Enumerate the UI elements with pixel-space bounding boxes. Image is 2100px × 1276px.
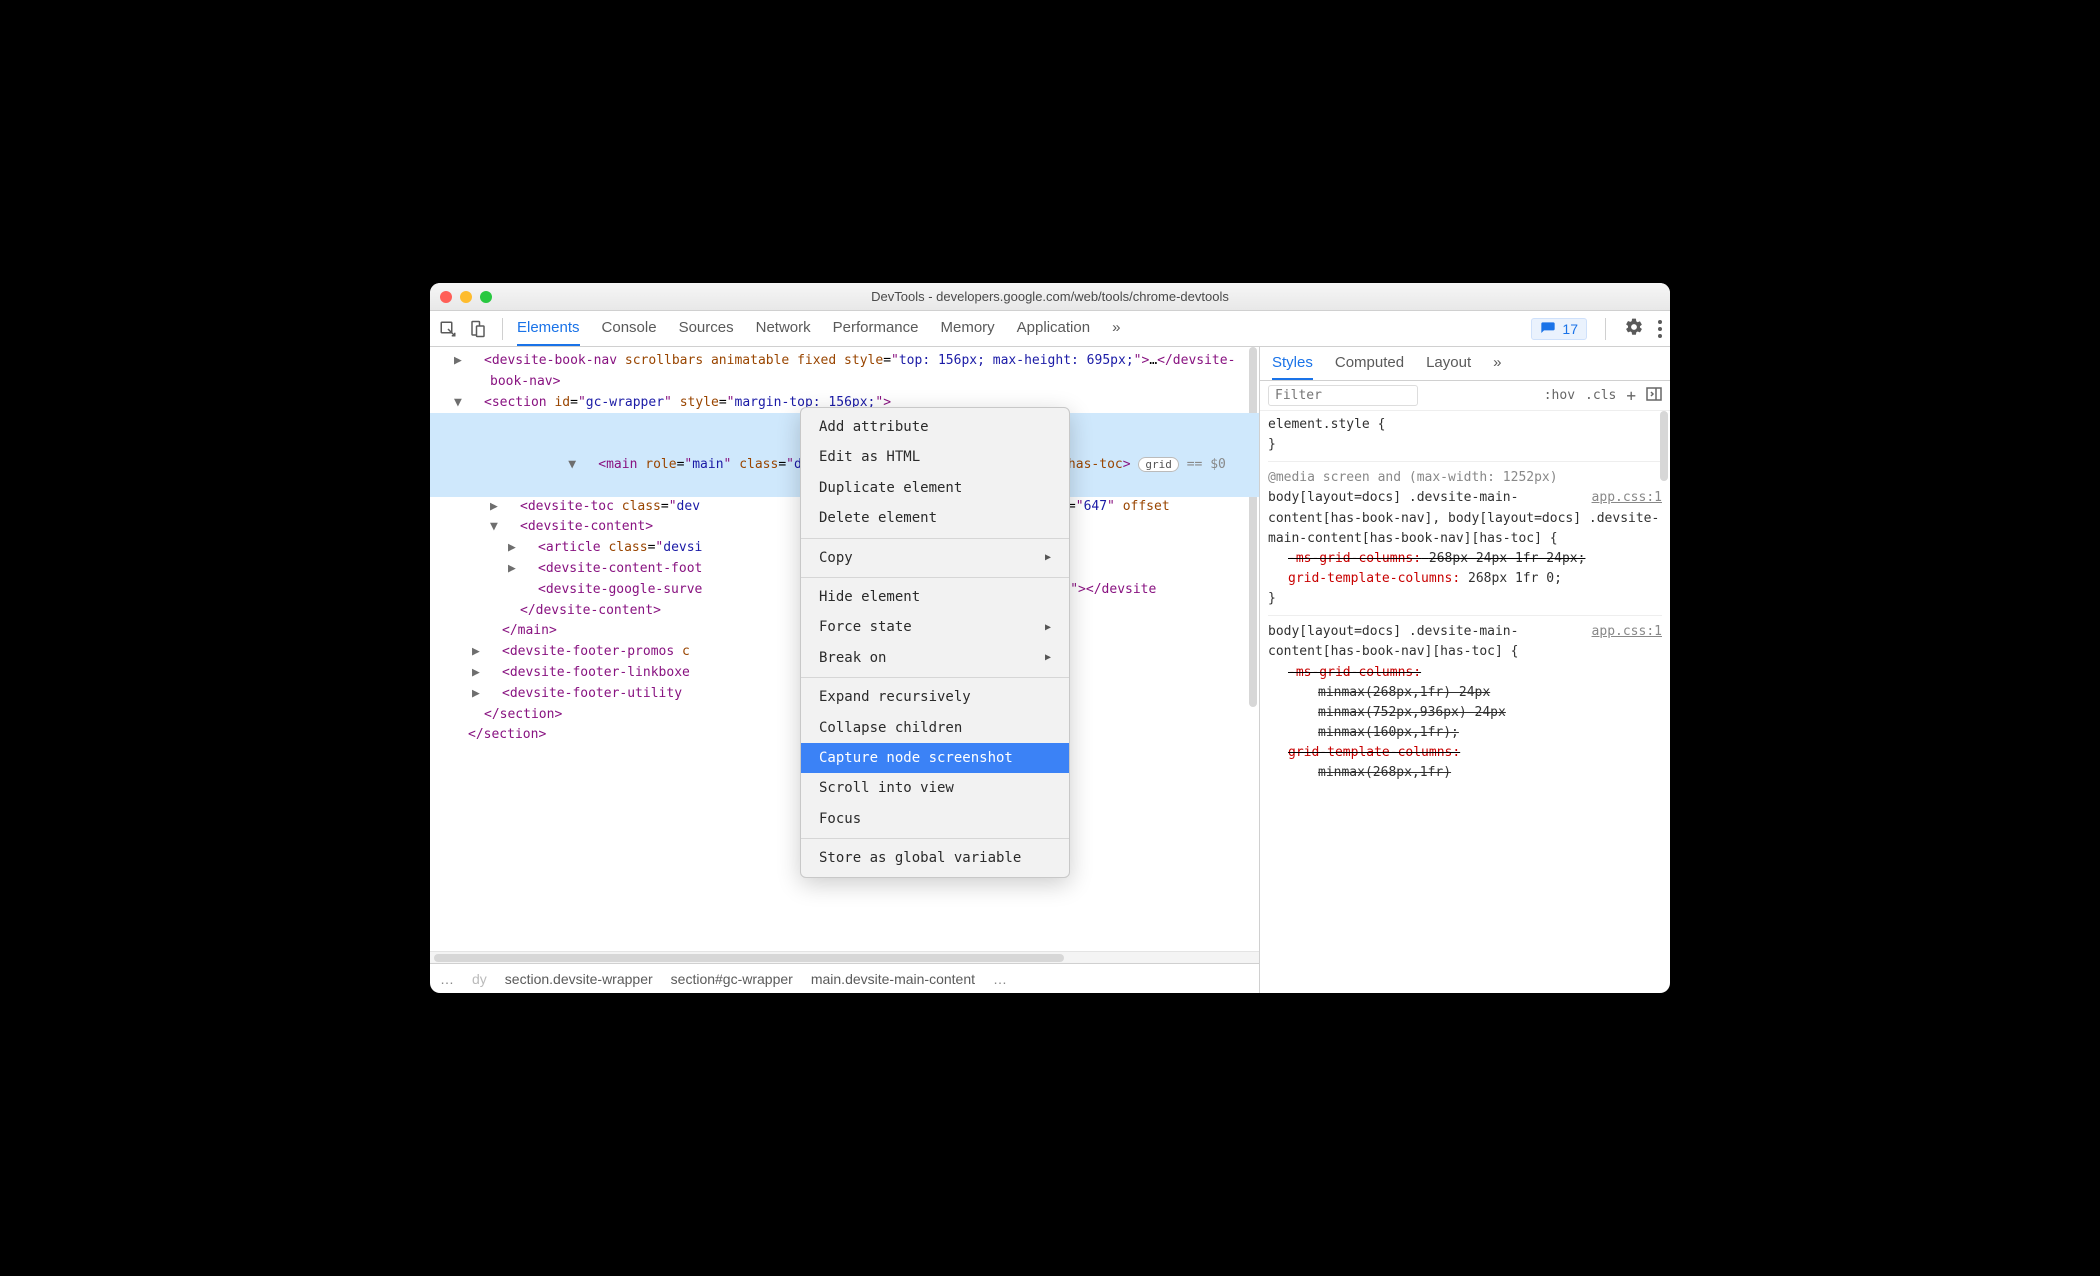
styles-tabs: Styles Computed Layout »	[1260, 347, 1670, 381]
tab-memory[interactable]: Memory	[941, 311, 995, 346]
crumb-leading[interactable]: …	[440, 971, 454, 987]
dom-node[interactable]: ▶<devsite-book-nav scrollbars animatable…	[430, 351, 1259, 393]
ctx-edit-html[interactable]: Edit as HTML	[801, 442, 1069, 472]
toolbar-right: 17	[1531, 317, 1662, 340]
ctx-sep	[801, 677, 1069, 678]
dom-tree[interactable]: ▶<devsite-book-nav scrollbars animatable…	[430, 347, 1259, 951]
crumb-item[interactable]: main.devsite-main-content	[811, 971, 975, 987]
ctx-store-global[interactable]: Store as global variable	[801, 843, 1069, 873]
grid-badge[interactable]: grid	[1138, 457, 1179, 472]
devtools-window: DevTools - developers.google.com/web/too…	[430, 283, 1670, 993]
css-rule[interactable]: element.style { }	[1268, 415, 1662, 462]
divider	[502, 318, 503, 340]
ctx-delete[interactable]: Delete element	[801, 503, 1069, 533]
vertical-scrollbar[interactable]	[1658, 411, 1670, 993]
ctx-force-state[interactable]: Force state	[801, 612, 1069, 642]
context-menu: Add attribute Edit as HTML Duplicate ele…	[800, 407, 1070, 878]
panel-tabs: Elements Console Sources Network Perform…	[517, 311, 1120, 346]
rtab-overflow[interactable]: »	[1493, 347, 1501, 380]
rtab-layout[interactable]: Layout	[1426, 347, 1471, 380]
ctx-sep	[801, 838, 1069, 839]
ctx-focus[interactable]: Focus	[801, 804, 1069, 834]
window-title: DevTools - developers.google.com/web/too…	[430, 289, 1670, 304]
issues-badge[interactable]: 17	[1531, 318, 1587, 340]
ctx-scroll-into-view[interactable]: Scroll into view	[801, 773, 1069, 803]
divider	[1605, 318, 1606, 340]
styles-rules[interactable]: element.style { } @media screen and (max…	[1260, 411, 1670, 993]
settings-icon[interactable]	[1624, 317, 1644, 340]
crumb-item[interactable]: section.devsite-wrapper	[505, 971, 653, 987]
source-link[interactable]: app.css:1	[1592, 488, 1662, 508]
ctx-duplicate[interactable]: Duplicate element	[801, 473, 1069, 503]
styles-panel: Styles Computed Layout » :hov .cls + ele…	[1260, 347, 1670, 993]
tab-network[interactable]: Network	[756, 311, 811, 346]
issues-count: 17	[1562, 321, 1578, 337]
styles-filter-bar: :hov .cls +	[1260, 381, 1670, 411]
body: ▶<devsite-book-nav scrollbars animatable…	[430, 347, 1670, 993]
tab-console[interactable]: Console	[602, 311, 657, 346]
rtab-styles[interactable]: Styles	[1272, 347, 1313, 380]
breadcrumb: … dy section.devsite-wrapper section#gc-…	[430, 963, 1259, 993]
filter-input[interactable]	[1268, 385, 1418, 406]
ctx-hide[interactable]: Hide element	[801, 582, 1069, 612]
css-rule[interactable]: app.css:1body[layout=docs] .devsite-main…	[1268, 622, 1662, 789]
tab-overflow[interactable]: »	[1112, 311, 1120, 346]
rtab-computed[interactable]: Computed	[1335, 347, 1404, 380]
crumb-item[interactable]: section#gc-wrapper	[671, 971, 793, 987]
ctx-break-on[interactable]: Break on	[801, 643, 1069, 673]
tab-sources[interactable]: Sources	[679, 311, 734, 346]
ctx-sep	[801, 538, 1069, 539]
ctx-copy[interactable]: Copy	[801, 543, 1069, 573]
device-toggle-icon[interactable]	[468, 319, 488, 339]
titlebar: DevTools - developers.google.com/web/too…	[430, 283, 1670, 311]
source-link[interactable]: app.css:1	[1592, 622, 1662, 642]
new-rule-icon[interactable]: +	[1626, 386, 1636, 405]
ctx-add-attribute[interactable]: Add attribute	[801, 412, 1069, 442]
cls-toggle[interactable]: .cls	[1585, 388, 1616, 403]
inspect-icon[interactable]	[438, 319, 458, 339]
hov-toggle[interactable]: :hov	[1544, 388, 1575, 403]
more-icon[interactable]	[1658, 320, 1662, 338]
horizontal-scrollbar[interactable]	[430, 951, 1259, 963]
css-rule[interactable]: @media screen and (max-width: 1252px) ap…	[1268, 468, 1662, 616]
ctx-capture-screenshot[interactable]: Capture node screenshot	[801, 743, 1069, 773]
tab-application[interactable]: Application	[1017, 311, 1090, 346]
toggle-sidebar-icon[interactable]	[1646, 387, 1662, 405]
main-toolbar: Elements Console Sources Network Perform…	[430, 311, 1670, 347]
elements-panel: ▶<devsite-book-nav scrollbars animatable…	[430, 347, 1260, 993]
ctx-collapse[interactable]: Collapse children	[801, 713, 1069, 743]
tab-elements[interactable]: Elements	[517, 311, 580, 346]
tab-performance[interactable]: Performance	[833, 311, 919, 346]
crumb-dim[interactable]: dy	[472, 971, 487, 987]
crumb-trailing[interactable]: …	[993, 971, 1007, 987]
ctx-sep	[801, 577, 1069, 578]
ctx-expand[interactable]: Expand recursively	[801, 682, 1069, 712]
